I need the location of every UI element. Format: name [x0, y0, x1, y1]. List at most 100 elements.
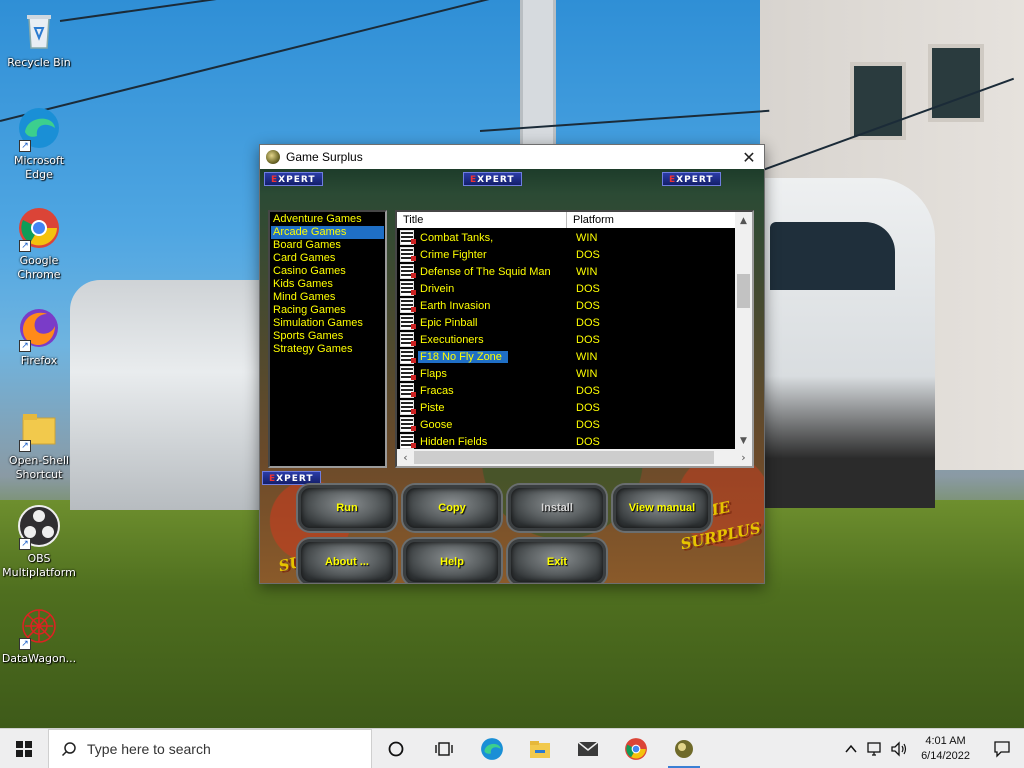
- vertical-scrollbar[interactable]: ▲ ▼: [735, 212, 752, 449]
- taskbar: Type here to search 4:01 AM 6/14/2022: [0, 728, 1024, 768]
- game-platform: DOS: [576, 299, 600, 312]
- game-title: Hidden Fields: [420, 435, 488, 448]
- category-item[interactable]: Sports Games: [271, 330, 384, 343]
- copy-button[interactable]: Copy: [403, 485, 501, 531]
- folder-shortcut-icon: ↗: [17, 406, 61, 452]
- volume-button[interactable]: [887, 729, 911, 768]
- scroll-down-icon[interactable]: ▼: [735, 432, 752, 449]
- expert-badge: EXPERT: [262, 471, 321, 485]
- cortana-button[interactable]: [372, 729, 420, 768]
- game-icon: [400, 298, 416, 313]
- taskbar-file-explorer[interactable]: [516, 729, 564, 768]
- file-explorer-icon: [530, 740, 550, 758]
- category-item[interactable]: Strategy Games: [271, 343, 384, 356]
- game-title: Goose: [420, 418, 453, 431]
- horizontal-scrollbar[interactable]: ‹ ›: [397, 449, 752, 466]
- column-header-title[interactable]: Title: [397, 212, 567, 228]
- shortcut-arrow-icon: ↗: [19, 340, 31, 352]
- game-row[interactable]: Piste DOS: [397, 399, 736, 416]
- game-row[interactable]: Drivein DOS: [397, 280, 736, 297]
- window-titlebar[interactable]: Game Surplus ✕: [260, 145, 764, 169]
- install-button[interactable]: Install: [508, 485, 606, 531]
- taskbar-chrome[interactable]: [612, 729, 660, 768]
- game-surplus-app-icon: [266, 150, 280, 164]
- game-row[interactable]: Crime Fighter DOS: [397, 246, 736, 263]
- desktop-icon-google-chrome[interactable]: ↗ Google Chrome: [0, 206, 78, 282]
- shortcut-arrow-icon: ↗: [19, 440, 31, 452]
- game-list[interactable]: Title Platform Combat Tanks, WIN Crime Fi…: [395, 210, 754, 468]
- datawagon-icon: ↗: [17, 604, 61, 650]
- game-row[interactable]: Earth Invasion DOS: [397, 297, 736, 314]
- game-title: Crime Fighter: [420, 248, 487, 261]
- view-manual-button[interactable]: View manual: [613, 485, 711, 531]
- about-button[interactable]: About ...: [298, 539, 396, 583]
- taskbar-edge[interactable]: [468, 729, 516, 768]
- task-view-icon: [435, 741, 453, 756]
- desktop-icon-firefox[interactable]: ↗ Firefox: [0, 306, 78, 368]
- game-row[interactable]: Defense of The Squid Man WIN: [397, 263, 736, 280]
- game-row[interactable]: Flaps WIN: [397, 365, 736, 382]
- window-title: Game Surplus: [286, 150, 363, 164]
- category-item[interactable]: Kids Games: [271, 278, 384, 291]
- category-item[interactable]: Racing Games: [271, 304, 384, 317]
- scrollbar-thumb[interactable]: [414, 451, 714, 464]
- desktop-icon-label: Firefox: [20, 354, 58, 367]
- desktop-icon-label: Recycle Bin: [7, 56, 71, 69]
- game-title: Piste: [420, 401, 445, 414]
- desktop-icon-open-shell[interactable]: ↗ Open-Shell Shortcut: [0, 406, 78, 482]
- game-row[interactable]: Hidden Fields DOS: [397, 433, 736, 449]
- desktop-icon-label: OBS Multiplatform: [2, 552, 76, 579]
- category-item[interactable]: Mind Games: [271, 291, 384, 304]
- mail-icon: [577, 740, 599, 756]
- category-item-selected[interactable]: Arcade Games: [271, 226, 384, 239]
- chrome-icon: [625, 737, 647, 760]
- scrollbar-thumb[interactable]: [737, 274, 750, 308]
- clock[interactable]: 4:01 AM 6/14/2022: [911, 734, 980, 764]
- show-hidden-icons-button[interactable]: [839, 729, 863, 768]
- taskbar-game-surplus[interactable]: [660, 729, 708, 768]
- recycle-bin-icon: [17, 8, 61, 52]
- category-item[interactable]: Board Games: [271, 239, 384, 252]
- scroll-left-icon[interactable]: ‹: [397, 451, 414, 464]
- system-tray: 4:01 AM 6/14/2022: [839, 729, 1024, 768]
- task-view-button[interactable]: [420, 729, 468, 768]
- game-row[interactable]: Executioners DOS: [397, 331, 736, 348]
- category-item[interactable]: Adventure Games: [271, 213, 384, 226]
- game-icon: [400, 264, 416, 279]
- game-platform: DOS: [576, 384, 600, 397]
- shortcut-arrow-icon: ↗: [19, 240, 31, 252]
- game-row[interactable]: Fracas DOS: [397, 382, 736, 399]
- category-item[interactable]: Card Games: [271, 252, 384, 265]
- taskbar-search[interactable]: Type here to search: [48, 728, 372, 768]
- desktop-icon-obs[interactable]: ↗ OBS Multiplatform: [0, 504, 78, 580]
- desktop-icon-recycle-bin[interactable]: Recycle Bin: [0, 8, 78, 70]
- game-row-selected[interactable]: F18 No Fly Zone WIN: [397, 348, 736, 365]
- category-item[interactable]: Casino Games: [271, 265, 384, 278]
- game-row[interactable]: Epic Pinball DOS: [397, 314, 736, 331]
- help-button[interactable]: Help: [403, 539, 501, 583]
- wallpaper-train-windshield: [770, 222, 895, 290]
- start-button[interactable]: [0, 729, 48, 768]
- column-header-platform[interactable]: Platform: [567, 212, 736, 228]
- close-button[interactable]: ✕: [734, 145, 764, 169]
- desktop-icon-label: Google Chrome: [17, 254, 61, 281]
- notifications-button[interactable]: [980, 729, 1024, 768]
- wallpaper-wire: [59, 0, 556, 22]
- game-icon: [400, 230, 416, 245]
- search-icon: [61, 741, 76, 756]
- game-title: Combat Tanks,: [420, 231, 494, 244]
- desktop-icon-microsoft-edge[interactable]: ↗ Microsoft Edge: [0, 106, 78, 182]
- game-row[interactable]: Goose DOS: [397, 416, 736, 433]
- network-button[interactable]: [863, 729, 887, 768]
- scroll-up-icon[interactable]: ▲: [735, 212, 752, 229]
- exit-button[interactable]: Exit: [508, 539, 606, 583]
- game-icon: [400, 383, 416, 398]
- desktop-icon-datawagon[interactable]: ↗ DataWagon...: [0, 604, 78, 666]
- game-platform: WIN: [576, 350, 598, 363]
- run-button[interactable]: Run: [298, 485, 396, 531]
- game-row[interactable]: Combat Tanks, WIN: [397, 229, 736, 246]
- scroll-right-icon[interactable]: ›: [735, 451, 752, 464]
- taskbar-mail[interactable]: [564, 729, 612, 768]
- category-list[interactable]: Adventure Games Arcade Games Board Games…: [268, 210, 387, 468]
- category-item[interactable]: Simulation Games: [271, 317, 384, 330]
